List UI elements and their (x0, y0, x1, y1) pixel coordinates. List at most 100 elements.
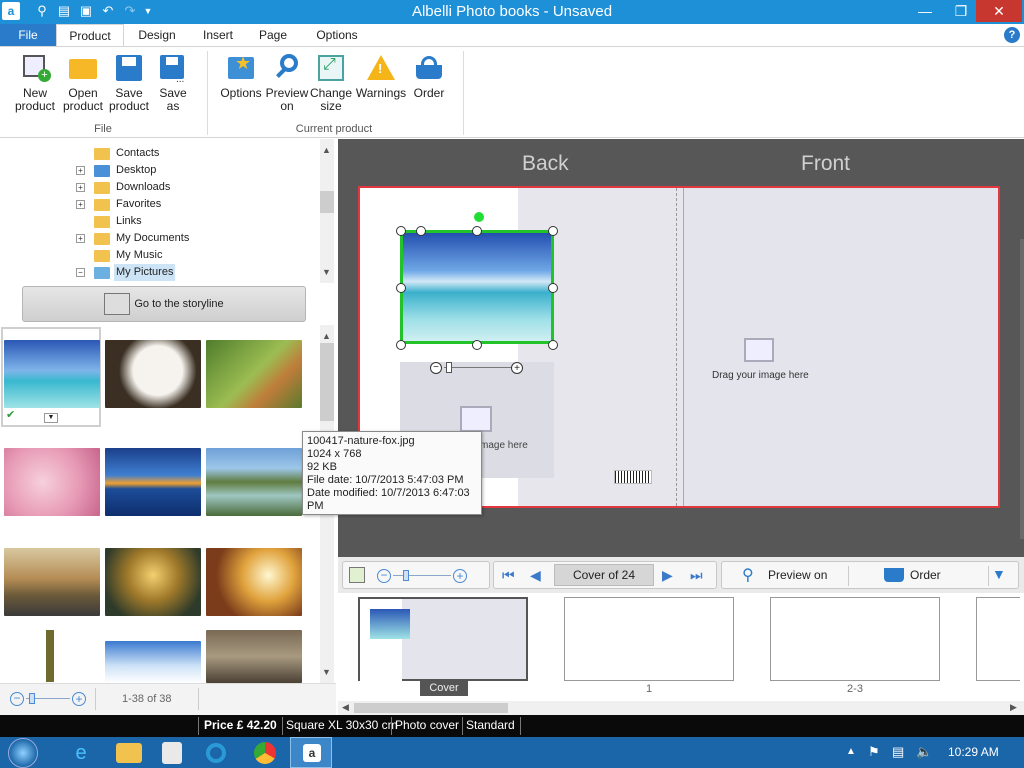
image-zoom-slider[interactable] (444, 367, 512, 368)
tab-design[interactable]: Design (130, 24, 184, 46)
start-icon[interactable] (8, 738, 38, 768)
open-product-button[interactable]: Open product (60, 51, 106, 113)
storyline-button[interactable]: Go to the storyline (22, 286, 306, 322)
internet-explorer-icon[interactable]: e (68, 740, 94, 766)
thumbnail-partial[interactable] (46, 630, 54, 682)
close-button[interactable]: ✕ (976, 0, 1022, 22)
scroll-up-icon[interactable]: ▲ (322, 331, 331, 341)
save-as-button[interactable]: ... Save as (152, 51, 194, 113)
thumbnail-river[interactable] (206, 448, 302, 516)
file-explorer-icon[interactable] (116, 743, 142, 763)
scroll-down-icon[interactable]: ▼ (322, 267, 331, 277)
order-nav-button[interactable]: Order (872, 564, 982, 586)
network-icon[interactable]: ▤ (892, 744, 904, 760)
resize-handle[interactable] (548, 283, 558, 293)
thumbnail-sunset[interactable] (105, 448, 201, 516)
thumbnail-lion[interactable] (105, 340, 201, 408)
image-zoom-out-icon[interactable]: − (430, 362, 442, 374)
scroll-thumb[interactable] (354, 703, 508, 713)
thumbnail-fox[interactable] (206, 340, 302, 408)
document-app-icon[interactable] (162, 742, 182, 764)
canvas-zoom-out-icon[interactable]: − (377, 569, 391, 583)
tree-item-my-music[interactable]: My Music (0, 247, 320, 264)
tab-insert[interactable]: Insert (194, 24, 242, 46)
thumbnail-autumn-tree[interactable] (206, 548, 302, 616)
change-size-button[interactable]: ⤢ Change size (308, 51, 354, 113)
tree-item-downloads[interactable]: + Downloads (0, 179, 320, 196)
canvas-zoom-in-icon[interactable]: + (453, 569, 467, 583)
image-zoom-thumb[interactable] (446, 362, 452, 373)
page-thumb-cover[interactable] (358, 597, 528, 681)
tree-item-my-documents[interactable]: + My Documents (0, 230, 320, 247)
first-page-icon[interactable]: ⏮ (502, 567, 515, 584)
thumbnail-dolphins[interactable] (4, 340, 100, 408)
scroll-right-icon[interactable]: ▶ (1010, 702, 1017, 713)
page-thumb-2-3[interactable] (770, 597, 940, 681)
image-zoom-in-icon[interactable]: + (511, 362, 523, 374)
app-circle-icon[interactable] (206, 743, 226, 763)
expand-icon[interactable]: + (76, 234, 85, 243)
resize-handle[interactable] (396, 283, 406, 293)
preview-on-button[interactable]: Preview on (264, 51, 310, 113)
thumbnail-menu-icon[interactable]: ▼ (44, 413, 58, 423)
resize-handle[interactable] (472, 226, 482, 236)
help-icon[interactable]: ? (1004, 27, 1020, 43)
next-page-icon[interactable]: ▶ (662, 567, 673, 584)
tree-item-links[interactable]: Links (0, 213, 320, 230)
resize-handle[interactable] (396, 226, 406, 236)
canvas-zoom-thumb[interactable] (403, 570, 409, 581)
thumbnail-blossom[interactable] (4, 448, 100, 516)
thumbnail-forest-light[interactable] (105, 548, 201, 616)
resize-handle[interactable] (396, 340, 406, 350)
previous-page-icon[interactable]: ◀ (530, 567, 541, 584)
resize-handle[interactable] (548, 340, 558, 350)
preview-on-nav-button[interactable]: ⚲ Preview on (728, 564, 848, 586)
clock[interactable]: 10:29 AM (948, 745, 999, 759)
selected-photo-dolphins[interactable] (400, 230, 554, 344)
restore-button[interactable]: ❐ (944, 0, 978, 22)
scroll-up-icon[interactable]: ▲ (322, 145, 331, 155)
order-button[interactable]: Order (408, 51, 450, 100)
new-product-button[interactable]: + New product (12, 51, 58, 113)
tab-file[interactable]: File (0, 24, 56, 46)
expand-icon[interactable]: + (76, 183, 85, 192)
canvas-zoom-slider[interactable] (393, 575, 451, 576)
resize-handle[interactable] (472, 340, 482, 350)
flag-icon[interactable]: ⚑ (868, 744, 880, 760)
zoom-slider-thumb[interactable] (29, 693, 35, 704)
thumbnail-city[interactable] (4, 548, 100, 616)
scroll-left-icon[interactable]: ◀ (342, 702, 349, 713)
scroll-thumb[interactable] (320, 191, 334, 213)
expand-icon[interactable]: + (76, 200, 85, 209)
volume-icon[interactable]: 🔈 (916, 744, 932, 760)
tab-page[interactable]: Page (250, 24, 296, 46)
page-thumb-1[interactable] (564, 597, 734, 681)
tray-expand-icon[interactable]: ▲ (846, 746, 856, 757)
expand-icon[interactable]: + (76, 166, 85, 175)
collapse-icon[interactable]: − (76, 268, 85, 277)
front-cover-page[interactable] (684, 188, 998, 506)
more-dropdown-icon[interactable]: ▼ (992, 566, 1006, 582)
page-thumb-next[interactable] (976, 597, 1020, 681)
page-strip-scrollbar[interactable]: ◀ ▶ (338, 701, 1024, 715)
page-layout-icon[interactable] (349, 567, 365, 583)
thumbnail-snow-mountain[interactable] (105, 641, 201, 683)
resize-handle[interactable] (416, 226, 426, 236)
resize-handle[interactable] (548, 226, 558, 236)
scroll-down-icon[interactable]: ▼ (322, 667, 331, 677)
tree-item-contacts[interactable]: Contacts (0, 145, 320, 162)
scroll-thumb[interactable] (320, 343, 334, 421)
minimize-button[interactable]: — (908, 0, 942, 22)
tree-item-favorites[interactable]: + Favorites (0, 196, 320, 213)
tree-item-desktop[interactable]: + Desktop (0, 162, 320, 179)
rotate-handle[interactable] (474, 212, 484, 222)
albelli-taskbar-button[interactable]: a (290, 737, 332, 768)
last-page-icon[interactable]: ⏭ (690, 567, 703, 584)
save-product-button[interactable]: Save product (106, 51, 152, 113)
tree-scrollbar[interactable]: ▲ ▼ (320, 139, 334, 283)
thumbnail-birds[interactable] (206, 630, 302, 683)
zoom-out-icon[interactable]: − (10, 692, 24, 706)
options-button[interactable]: ★ Options (218, 51, 264, 100)
tab-product[interactable]: Product (56, 24, 124, 46)
tab-options[interactable]: Options (306, 24, 368, 46)
